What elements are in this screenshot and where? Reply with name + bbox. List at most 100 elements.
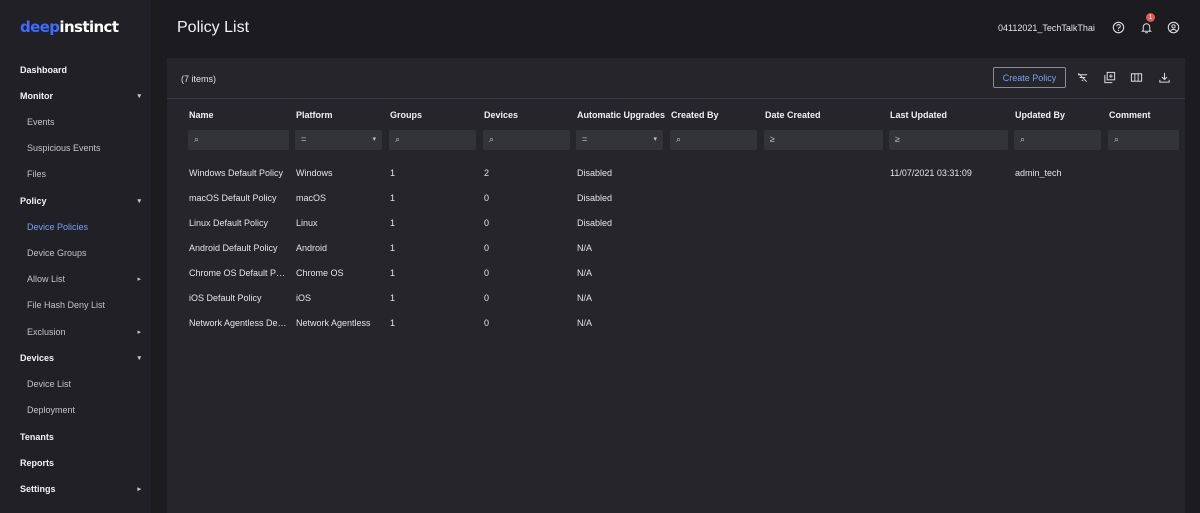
filter-input[interactable]: ⌕ <box>188 130 289 150</box>
filter-input[interactable]: ≥ <box>764 130 883 150</box>
sidebar-item-label: Settings <box>20 484 56 494</box>
sidebar-item-monitor[interactable]: Monitor ▾ <box>0 84 151 108</box>
sidebar-item-deployment[interactable]: Deployment <box>0 398 151 422</box>
sidebar-item-tenants[interactable]: Tenants <box>0 425 151 449</box>
cell-platform: Linux <box>296 218 318 228</box>
table-row[interactable]: Network Agentless Default Policy Network … <box>181 318 1181 343</box>
equals-icon: = <box>582 134 588 144</box>
filter-icon: ⌕ <box>1114 134 1120 144</box>
column-header-created-by[interactable]: Created By <box>671 110 719 120</box>
column-header-name[interactable]: Name <box>189 110 214 120</box>
table-row[interactable]: Android Default Policy Android 1 0 N/A <box>181 243 1181 268</box>
sidebar-item-policy[interactable]: Policy ▾ <box>0 189 151 213</box>
chevron-down-icon: ▾ <box>137 198 141 205</box>
chevron-right-icon: ▸ <box>137 329 141 336</box>
equals-icon: = <box>301 134 307 144</box>
filter-input[interactable]: ⌕ <box>483 130 570 150</box>
username-label[interactable]: 04112021_TechTalkThai <box>998 23 1095 33</box>
sidebar-item-label: Devices <box>20 353 55 363</box>
sidebar-item-exclusion[interactable]: Exclusion ▸ <box>0 320 151 344</box>
greater-equal-icon: ≥ <box>895 134 900 144</box>
clear-filter-icon[interactable] <box>1076 71 1089 84</box>
filter-icon: ⌕ <box>1020 134 1026 144</box>
download-icon[interactable] <box>1158 71 1171 84</box>
filter-icon: ⌕ <box>676 134 682 144</box>
cell-name[interactable]: macOS Default Policy <box>189 193 277 203</box>
table-row[interactable]: Chrome OS Default Policy Chrome OS 1 0 N/A <box>181 268 1181 293</box>
cell-platform: Windows <box>296 168 333 178</box>
filter-input[interactable]: ⌕ <box>670 130 757 150</box>
cell-groups: 1 <box>390 318 396 328</box>
policy-table-panel: (7 items) Create Policy Name ⌕ Platform = ▾ G… <box>167 58 1185 513</box>
filter-input[interactable]: ⌕ <box>1108 130 1179 150</box>
column-header-devices[interactable]: Devices <box>484 110 518 120</box>
sidebar: deepinstinct Dashboard Monitor ▾ Events Susp… <box>0 0 151 513</box>
sidebar-item-file-hash-deny-list[interactable]: File Hash Deny List <box>0 293 151 317</box>
sidebar-item-devices[interactable]: Devices ▾ <box>0 346 151 370</box>
cell-devices: 2 <box>484 168 490 178</box>
sidebar-item-suspicious-events[interactable]: Suspicious Events <box>0 136 151 160</box>
create-policy-button[interactable]: Create Policy <box>993 67 1066 88</box>
bell-icon[interactable] <box>1140 21 1153 34</box>
cell-name[interactable]: Windows Default Policy <box>189 168 283 178</box>
cell-groups: 1 <box>390 243 396 253</box>
sidebar-item-device-list[interactable]: Device List <box>0 372 151 396</box>
cell-devices: 0 <box>484 193 490 203</box>
cell-name[interactable]: Chrome OS Default Policy <box>189 268 287 278</box>
column-header-comment[interactable]: Comment <box>1109 110 1151 120</box>
cell-platform: iOS <box>296 293 312 303</box>
toolbar-divider <box>167 98 1185 99</box>
chevron-right-icon: ▸ <box>137 276 141 283</box>
cell-name[interactable]: Network Agentless Default Policy <box>189 318 287 328</box>
sidebar-item-settings[interactable]: Settings ▸ <box>0 477 151 501</box>
chevron-down-icon: ▾ <box>372 136 376 143</box>
column-header-last-updated[interactable]: Last Updated <box>890 110 947 120</box>
copy-icon[interactable] <box>1103 71 1116 84</box>
chevron-down-icon: ▾ <box>137 355 141 362</box>
cell-automatic-upgrades: Disabled <box>577 193 613 203</box>
filter-icon: ⌕ <box>489 134 495 144</box>
table-row[interactable]: Windows Default Policy Windows 1 2 Disabled 1… <box>181 168 1181 193</box>
cell-name[interactable]: Android Default Policy <box>189 243 278 253</box>
sidebar-item-reports[interactable]: Reports <box>0 451 151 475</box>
sidebar-item-device-policies[interactable]: Device Policies <box>0 215 151 239</box>
cell-devices: 0 <box>484 293 490 303</box>
sidebar-item-label: Device List <box>27 379 72 389</box>
sidebar-item-label: File Hash Deny List <box>27 300 106 310</box>
column-header-platform[interactable]: Platform <box>296 110 333 120</box>
sidebar-item-dashboard[interactable]: Dashboard <box>0 58 151 82</box>
sidebar-item-label: Monitor <box>20 91 53 101</box>
filter-input[interactable]: ⌕ <box>1014 130 1101 150</box>
cell-name[interactable]: Linux Default Policy <box>189 218 268 228</box>
sidebar-item-label: Allow List <box>27 274 66 284</box>
columns-icon[interactable] <box>1130 71 1143 84</box>
sidebar-item-label: Suspicious Events <box>27 143 101 153</box>
cell-name[interactable]: iOS Default Policy <box>189 293 262 303</box>
filter-input[interactable]: ≥ <box>889 130 1008 150</box>
cell-last-updated: 11/07/2021 03:31:09 <box>890 168 972 178</box>
sidebar-item-label: Device Policies <box>27 222 89 232</box>
table-row[interactable]: Linux Default Policy Linux 1 0 Disabled <box>181 218 1181 243</box>
sidebar-item-device-groups[interactable]: Device Groups <box>0 241 151 265</box>
filter-select[interactable]: = ▾ <box>295 130 382 150</box>
sidebar-item-events[interactable]: Events <box>0 110 151 134</box>
sidebar-item-label: Exclusion <box>27 327 66 337</box>
deep-instinct-logo[interactable]: deepinstinct <box>20 18 119 36</box>
sidebar-item-allow-list[interactable]: Allow List ▸ <box>0 267 151 291</box>
filter-select[interactable]: = ▾ <box>576 130 663 150</box>
cell-platform: Chrome OS <box>296 268 344 278</box>
cell-devices: 0 <box>484 243 490 253</box>
column-header-automatic-upgrades[interactable]: Automatic Upgrades <box>577 110 665 120</box>
column-header-groups[interactable]: Groups <box>390 110 422 120</box>
sidebar-item-files[interactable]: Files <box>0 162 151 186</box>
column-header-date-created[interactable]: Date Created <box>765 110 821 120</box>
help-icon[interactable] <box>1112 21 1125 34</box>
cell-platform: Network Agentless <box>296 318 371 328</box>
filter-input[interactable]: ⌕ <box>389 130 476 150</box>
column-header-updated-by[interactable]: Updated By <box>1015 110 1065 120</box>
chevron-down-icon: ▾ <box>137 93 141 100</box>
account-icon[interactable] <box>1167 21 1180 34</box>
cell-groups: 1 <box>390 193 396 203</box>
table-row[interactable]: iOS Default Policy iOS 1 0 N/A <box>181 293 1181 318</box>
table-row[interactable]: macOS Default Policy macOS 1 0 Disabled <box>181 193 1181 218</box>
